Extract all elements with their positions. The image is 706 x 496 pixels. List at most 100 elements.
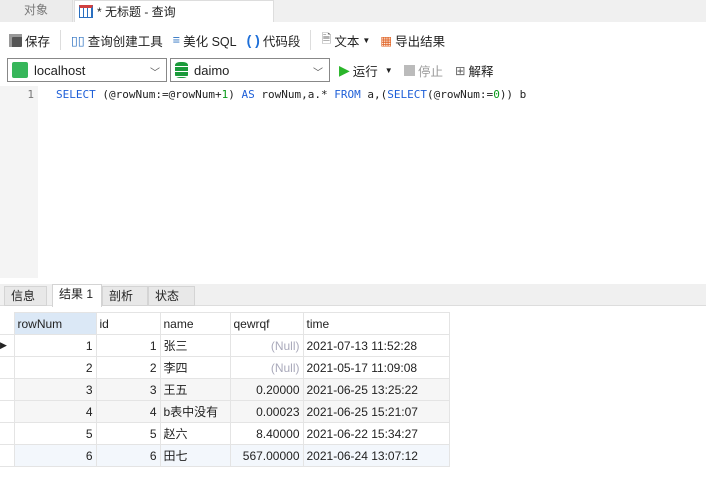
cell-time[interactable]: 2021-07-13 11:52:28 — [302, 334, 450, 357]
cell-rowNum[interactable]: 3 — [13, 378, 97, 401]
save-label: 保存 — [25, 34, 51, 49]
column-header-id[interactable]: id — [95, 312, 161, 335]
database-value: daimo — [194, 62, 230, 78]
row-indicator — [0, 444, 15, 467]
table-row[interactable]: ▶ 1 1 张三 (Null) 2021-07-13 11:52:28 — [0, 334, 450, 357]
beautify-sql-button[interactable]: ≡ 美化 SQL — [170, 31, 240, 50]
divider — [310, 30, 312, 50]
table-row[interactable]: 6 6 田七 567.00000 2021-06-24 13:07:12 — [0, 444, 450, 467]
run-button[interactable]: ▶ 运行 ▼ — [336, 61, 396, 80]
sql-token: SELECT — [56, 88, 96, 101]
sql-code[interactable]: SELECT (@rowNum:=@rowNum+1) AS rowNum,a.… — [56, 88, 526, 101]
database-select[interactable]: daimo ﹀ — [170, 58, 330, 82]
result-tabs: 信息 结果 1 剖析 状态 — [0, 284, 706, 307]
tab-query[interactable]: * 无标题 - 查询 — [74, 0, 274, 22]
connection-select[interactable]: localhost ﹀ — [7, 58, 167, 82]
tab-info[interactable]: 信息 — [4, 286, 47, 306]
cell-name[interactable]: 赵六 — [159, 422, 231, 445]
result-grid: rowNum id name qewrqf time ▶ 1 1 张三 (Null) 2021-0… — [0, 312, 450, 467]
sql-token: rowNum,a.* — [254, 88, 335, 101]
run-label: 运行 — [352, 65, 378, 79]
dropdown-arrow-icon: ▼ — [384, 66, 393, 75]
document-icon: 🗎 — [321, 31, 332, 46]
code-snippet-button[interactable]: ( ) 代码段 — [244, 31, 304, 50]
stop-label: 停止 — [418, 65, 444, 79]
cell-qewrqf[interactable]: 567.00000 — [229, 444, 304, 467]
sql-token: 0 — [493, 88, 500, 101]
beautify-label: 美化 SQL — [183, 34, 237, 49]
column-header-name[interactable]: name — [159, 312, 231, 335]
sql-token: )) b — [499, 88, 527, 101]
cell-id[interactable]: 5 — [95, 422, 161, 445]
export-results-button[interactable]: ▦ 导出结果 — [377, 31, 448, 50]
stop-icon — [404, 65, 415, 76]
cell-rowNum[interactable]: 4 — [13, 400, 97, 423]
table-row[interactable]: 4 4 b表中没有 0.00023 2021-06-25 15:21:07 — [0, 400, 450, 423]
tab-objects[interactable]: 对象 — [0, 0, 73, 22]
cell-time[interactable]: 2021-06-22 15:34:27 — [302, 422, 450, 445]
cell-rowNum[interactable]: 5 — [13, 422, 97, 445]
cell-rowNum[interactable]: 6 — [13, 444, 97, 467]
divider — [60, 30, 62, 50]
export-label: 导出结果 — [395, 34, 446, 49]
column-header-time[interactable]: time — [302, 312, 450, 335]
connection-icon — [12, 62, 28, 78]
cell-name[interactable]: b表中没有 — [159, 400, 231, 423]
cell-qewrqf[interactable]: 8.40000 — [229, 422, 304, 445]
row-indicator — [0, 378, 15, 401]
row-indicator — [0, 400, 15, 423]
cell-time[interactable]: 2021-06-25 13:25:22 — [302, 378, 450, 401]
sql-token: (@rowNum:=@rowNum+ — [95, 88, 222, 101]
play-icon: ▶ — [339, 62, 350, 78]
chevron-down-icon: ﹀ — [150, 68, 160, 79]
cell-qewrqf[interactable]: 0.00023 — [229, 400, 304, 423]
cell-id[interactable]: 4 — [95, 400, 161, 423]
text-button[interactable]: 🗎 文本 ▼ — [318, 30, 373, 51]
row-indicator-header — [0, 312, 14, 335]
current-row-icon: ▶ — [0, 334, 15, 357]
document-tab-bar: 对象 * 无标题 - 查询 — [0, 0, 706, 22]
tab-result-1[interactable]: 结果 1 — [52, 284, 102, 307]
database-icon — [175, 62, 188, 78]
cell-id[interactable]: 1 — [95, 334, 161, 357]
beautify-icon: ≡ — [172, 33, 181, 47]
cell-time[interactable]: 2021-06-25 15:21:07 — [302, 400, 450, 423]
cell-name[interactable]: 张三 — [159, 334, 231, 357]
table-row[interactable]: 5 5 赵六 8.40000 2021-06-22 15:34:27 — [0, 422, 450, 445]
cell-id[interactable]: 2 — [95, 356, 161, 379]
export-icon: ▦ — [380, 33, 393, 48]
cell-qewrqf[interactable]: (Null) — [229, 334, 304, 357]
snippet-label: 代码段 — [262, 34, 301, 49]
sql-token: a,( — [360, 88, 388, 101]
stop-button[interactable]: 停止 — [401, 61, 446, 80]
table-row[interactable]: 2 2 李四 (Null) 2021-05-17 11:09:08 — [0, 356, 450, 379]
cell-name[interactable]: 田七 — [159, 444, 231, 467]
cell-name[interactable]: 李四 — [159, 356, 231, 379]
tab-profile[interactable]: 剖析 — [102, 286, 148, 306]
save-icon — [9, 33, 22, 47]
cell-time[interactable]: 2021-06-24 13:07:12 — [302, 444, 450, 467]
explain-label: 解释 — [468, 65, 494, 79]
cell-name[interactable]: 王五 — [159, 378, 231, 401]
toolbar: 保存 ▯▯ 查询创建工具 ≡ 美化 SQL ( ) 代码段 🗎 文本 ▼ ▦ 导出结果 — [0, 26, 706, 54]
cell-time[interactable]: 2021-05-17 11:09:08 — [302, 356, 450, 379]
sql-token: AS — [241, 88, 255, 101]
sql-editor[interactable]: 1 SELECT (@rowNum:=@rowNum+1) AS rowNum,… — [0, 86, 706, 278]
query-builder-button[interactable]: ▯▯ 查询创建工具 — [68, 31, 166, 50]
cell-rowNum[interactable]: 2 — [13, 356, 97, 379]
tab-status[interactable]: 状态 — [148, 286, 195, 306]
column-header-rowNum[interactable]: rowNum — [13, 312, 97, 335]
row-indicator — [0, 356, 15, 379]
save-button[interactable]: 保存 — [6, 31, 53, 50]
cell-qewrqf[interactable]: (Null) — [229, 356, 304, 379]
cell-id[interactable]: 6 — [95, 444, 161, 467]
cell-rowNum[interactable]: 1 — [13, 334, 97, 357]
sql-token: FROM — [334, 88, 361, 101]
cell-qewrqf[interactable]: 0.20000 — [229, 378, 304, 401]
cell-id[interactable]: 3 — [95, 378, 161, 401]
table-row[interactable]: 3 3 王五 0.20000 2021-06-25 13:25:22 — [0, 378, 450, 401]
sql-token: SELECT — [387, 88, 427, 101]
explain-button[interactable]: ⊞ 解释 — [452, 61, 497, 80]
tab-query-label: * 无标题 - 查询 — [97, 4, 176, 19]
column-header-qewrqf[interactable]: qewrqf — [229, 312, 304, 335]
